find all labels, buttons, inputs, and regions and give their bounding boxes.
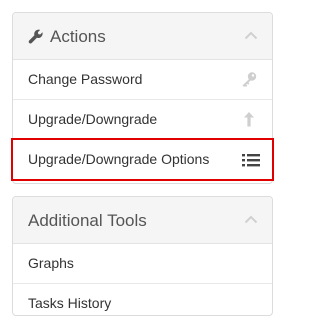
additional-tools-panel: Additional Tools Graphs Tasks History — [12, 196, 273, 316]
chevron-up-icon[interactable] — [244, 30, 258, 40]
graphs-link[interactable]: Graphs — [13, 244, 272, 283]
arrow-up-icon — [244, 112, 254, 127]
wrench-icon — [28, 29, 43, 44]
additional-tools-panel-heading[interactable]: Additional Tools — [13, 197, 272, 244]
upgrade-downgrade-options-label: Upgrade/Downgrade Options — [28, 151, 210, 167]
key-icon — [242, 72, 257, 87]
tasks-history-label: Tasks History — [28, 295, 112, 311]
actions-panel-title: Actions — [50, 27, 106, 46]
tasks-history-link[interactable]: Tasks History — [13, 283, 272, 322]
graphs-label: Graphs — [28, 255, 74, 271]
upgrade-downgrade-label: Upgrade/Downgrade — [28, 111, 158, 127]
chevron-up-icon[interactable] — [244, 214, 258, 224]
upgrade-downgrade-options-link[interactable]: Upgrade/Downgrade Options — [11, 138, 274, 181]
change-password-label: Change Password — [28, 71, 143, 87]
change-password-link[interactable]: Change Password — [13, 60, 272, 99]
actions-panel-heading[interactable]: Actions — [13, 13, 272, 60]
list-icon — [242, 154, 260, 167]
actions-panel: Actions Change Password Upgrade/Downgrad… — [11, 12, 274, 184]
upgrade-downgrade-link[interactable]: Upgrade/Downgrade — [13, 99, 272, 138]
additional-tools-panel-title: Additional Tools — [28, 211, 147, 230]
